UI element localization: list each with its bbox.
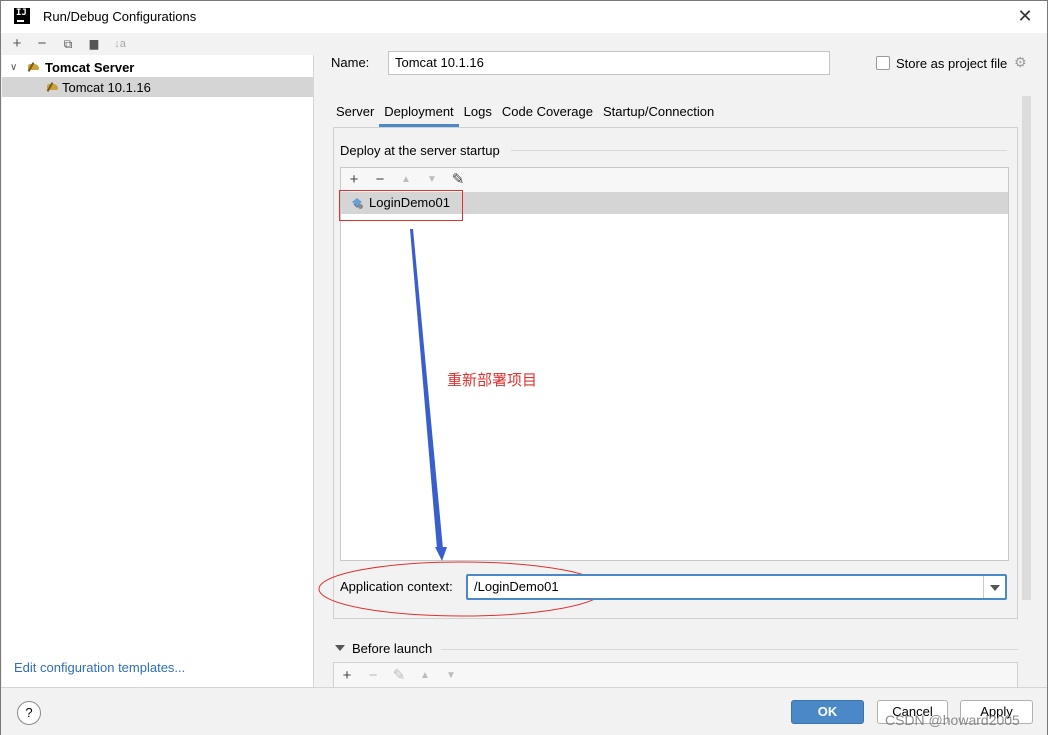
move-up-icon[interactable]: ▲ (397, 171, 415, 189)
application-context-value[interactable]: /LoginDemo01 (474, 579, 559, 594)
store-as-project-checkbox[interactable] (876, 56, 890, 70)
close-icon[interactable]: ✕ (1017, 7, 1033, 25)
ok-button[interactable]: OK (791, 700, 864, 724)
help-button[interactable]: ? (17, 701, 41, 725)
run-debug-dialog: IJ Run/Debug Configurations ✕ + − ⧉ ▆ ↓a… (0, 0, 1048, 735)
deploy-artifacts-list: + − ▲ ▼ ✎ LoginDemo01 (340, 167, 1009, 561)
deploy-toolbar: + − ▲ ▼ ✎ (341, 168, 1008, 192)
tree-group-tomcat-server[interactable]: ∨ Tomcat Server (2, 57, 313, 77)
move-down-icon[interactable]: ▼ (442, 666, 460, 686)
deploy-section-title: Deploy at the server startup (340, 143, 506, 158)
tomcat-icon (27, 61, 41, 73)
move-up-icon[interactable]: ▲ (416, 666, 434, 686)
remove-task-icon[interactable]: − (364, 666, 382, 686)
folder-icon[interactable]: ▆ (85, 35, 103, 53)
highlight-rectangle (339, 190, 463, 221)
expand-arrow-icon[interactable] (335, 645, 345, 651)
intellij-logo-icon: IJ (14, 8, 30, 24)
remove-artifact-icon[interactable]: − (371, 171, 389, 189)
edit-templates-link[interactable]: Edit configuration templates... (14, 660, 185, 675)
gear-icon[interactable]: ⚙ (1014, 55, 1028, 69)
add-artifact-icon[interactable]: + (345, 171, 363, 189)
watermark: CSDN @howard2005 (885, 712, 1020, 728)
section-divider (511, 150, 1007, 151)
tab-code-coverage[interactable]: Code Coverage (497, 101, 598, 127)
application-context-label: Application context: (340, 579, 453, 594)
tomcat-icon (46, 81, 60, 93)
tab-logs[interactable]: Logs (459, 101, 497, 127)
name-field[interactable]: Tomcat 10.1.16 (388, 51, 830, 75)
tab-server[interactable]: Server (331, 101, 379, 127)
sidebar-toolbar: + − ⧉ ▆ ↓a (2, 33, 314, 55)
remove-configuration-icon[interactable]: − (33, 35, 51, 53)
application-context-combobox[interactable]: /LoginDemo01 (466, 574, 1007, 600)
section-divider (441, 649, 1018, 650)
annotation-text: 重新部署项目 (447, 371, 538, 389)
store-as-project-label[interactable]: Store as project file (896, 56, 1007, 71)
tab-deployment[interactable]: Deployment (379, 101, 459, 127)
tab-startup-connection[interactable]: Startup/Connection (598, 101, 719, 127)
name-label: Name: (331, 55, 370, 70)
title-bar: IJ Run/Debug Configurations ✕ (1, 1, 1047, 33)
sort-icon[interactable]: ↓a (111, 35, 129, 53)
chevron-down-icon[interactable]: ∨ (10, 62, 17, 73)
copy-configuration-icon[interactable]: ⧉ (59, 35, 77, 53)
edit-artifact-icon[interactable]: ✎ (449, 171, 467, 189)
vertical-scrollbar[interactable] (1022, 96, 1031, 600)
chevron-down-icon[interactable] (983, 576, 1005, 598)
before-launch-toolbar: + − ✎ ▲ ▼ (333, 662, 1018, 690)
config-tabs: Server Deployment Logs Code Coverage Sta… (331, 101, 719, 127)
tree-group-label: Tomcat Server (45, 59, 135, 75)
edit-task-icon[interactable]: ✎ (390, 666, 408, 686)
tree-item-label: Tomcat 10.1.16 (62, 79, 151, 95)
dialog-button-bar: ? OK Cancel Apply CSDN @howard2005 (1, 687, 1047, 735)
tree-item-tomcat-10[interactable]: Tomcat 10.1.16 (2, 77, 313, 97)
move-down-icon[interactable]: ▼ (423, 171, 441, 189)
add-configuration-icon[interactable]: + (8, 35, 26, 53)
before-launch-label[interactable]: Before launch (352, 641, 432, 656)
dialog-title: Run/Debug Configurations (43, 9, 197, 24)
configurations-sidebar: + − ⧉ ▆ ↓a ∨ Tomcat Server Tomcat 10.1.1… (2, 33, 314, 687)
add-task-icon[interactable]: + (338, 666, 356, 686)
